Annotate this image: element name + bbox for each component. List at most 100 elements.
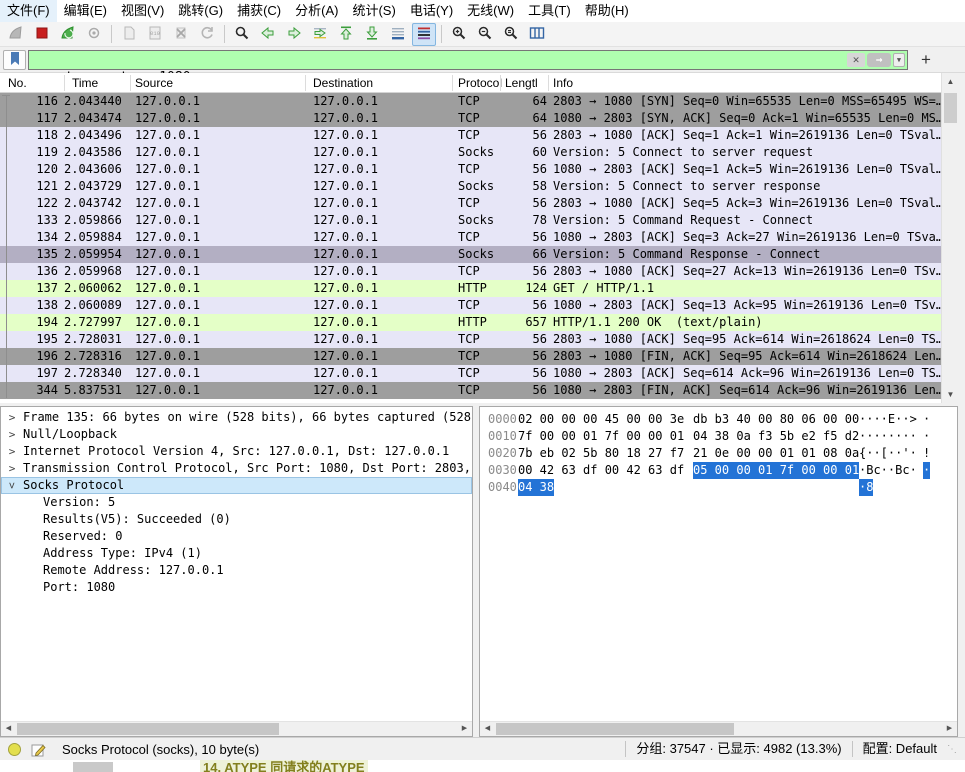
detail-row[interactable]: >Transmission Control Protocol, Src Port… <box>1 460 472 477</box>
expand-arrow-icon[interactable]: > <box>6 426 18 443</box>
column-header-source[interactable]: Source <box>135 73 173 93</box>
menu-view[interactable]: 视图(V) <box>114 0 171 22</box>
expand-arrow-icon[interactable]: > <box>6 443 18 460</box>
zoom-reset-button[interactable] <box>499 23 523 46</box>
capture-comment-icon[interactable] <box>31 742 46 757</box>
column-header-time[interactable]: Time <box>72 73 98 93</box>
close-capture-button[interactable] <box>169 23 193 46</box>
hex-row[interactable]: 000002 00 00 00 45 00 00 3edb b3 40 00 8… <box>480 411 957 428</box>
column-header-info[interactable]: Info <box>553 73 573 93</box>
detail-row[interactable]: >Internet Protocol Version 4, Src: 127.0… <box>1 443 472 460</box>
scrollbar-thumb[interactable] <box>944 93 957 123</box>
hex-row[interactable]: 00107f 00 00 01 7f 00 00 0104 38 0a f3 5… <box>480 428 957 445</box>
hex-row[interactable]: 003000 42 63 df 00 42 63 df05 00 00 01 7… <box>480 462 957 479</box>
start-capture-button[interactable] <box>4 23 28 46</box>
bytes-hscrollbar[interactable]: ◀ ▶ <box>480 721 957 736</box>
scrollbar-thumb[interactable] <box>496 723 734 735</box>
filter-add-button[interactable]: + <box>916 50 936 70</box>
column-header-lengtl[interactable]: Lengtl <box>505 73 538 93</box>
scroll-left-icon[interactable]: ◀ <box>1 722 16 736</box>
menu-statistics[interactable]: 统计(S) <box>345 0 402 22</box>
column-separator[interactable] <box>548 75 549 91</box>
scroll-left-icon[interactable]: ◀ <box>480 722 495 736</box>
collapse-arrow-icon[interactable]: > <box>4 480 21 492</box>
colorize-packets-button[interactable] <box>412 23 436 46</box>
detail-row[interactable]: >Null/Loopback <box>1 426 472 443</box>
column-separator[interactable] <box>64 75 65 91</box>
column-separator[interactable] <box>500 75 501 91</box>
packet-row[interactable]: 1962.728316127.0.0.1127.0.0.1TCP562803 →… <box>0 348 941 365</box>
resize-grip-icon[interactable]: ⋱ <box>947 744 961 755</box>
packet-row[interactable]: 1942.727997127.0.0.1127.0.0.1HTTP657HTTP… <box>0 314 941 331</box>
scroll-down-icon[interactable]: ▼ <box>942 386 959 403</box>
details-hscrollbar[interactable]: ◀ ▶ <box>1 721 472 736</box>
menu-tools[interactable]: 工具(T) <box>521 0 578 22</box>
reload-file-button[interactable] <box>195 23 219 46</box>
detail-row[interactable]: Results(V5): Succeeded (0) <box>1 511 472 528</box>
packet-row[interactable]: 1382.060089127.0.0.1127.0.0.1TCP561080 →… <box>0 297 941 314</box>
menu-wireless[interactable]: 无线(W) <box>460 0 521 22</box>
auto-scroll-button[interactable] <box>386 23 410 46</box>
hex-row[interactable]: 00207b eb 02 5b 80 18 27 f721 0e 00 00 0… <box>480 445 957 462</box>
packet-row[interactable]: 1212.043729127.0.0.1127.0.0.1Socks58Vers… <box>0 178 941 195</box>
column-separator[interactable] <box>130 75 131 91</box>
zoom-out-button[interactable] <box>473 23 497 46</box>
detail-row[interactable]: Port: 1080 <box>1 579 472 596</box>
menu-capture[interactable]: 捕获(C) <box>230 0 288 22</box>
hex-row[interactable]: 004004 38·8 <box>480 479 957 496</box>
detail-row[interactable]: >Socks Protocol <box>1 477 472 494</box>
menu-go[interactable]: 跳转(G) <box>171 0 230 22</box>
packet-row[interactable]: 1352.059954127.0.0.1127.0.0.1Socks66Vers… <box>0 246 941 263</box>
stop-capture-button[interactable] <box>30 23 54 46</box>
filter-dropdown-button[interactable]: ▼ <box>893 53 905 67</box>
packet-row[interactable]: 1192.043586127.0.0.1127.0.0.1Socks60Vers… <box>0 144 941 161</box>
scroll-up-icon[interactable]: ▲ <box>942 73 959 90</box>
menu-telephony[interactable]: 电话(Y) <box>403 0 460 22</box>
filter-clear-button[interactable]: ✕ <box>847 53 865 67</box>
go-to-packet-button[interactable] <box>308 23 332 46</box>
packet-row[interactable]: 1202.043606127.0.0.1127.0.0.1TCP561080 →… <box>0 161 941 178</box>
go-to-bottom-button[interactable] <box>360 23 384 46</box>
restart-capture-button[interactable] <box>56 23 80 46</box>
detail-row[interactable]: Version: 5 <box>1 494 472 511</box>
filter-apply-button[interactable]: → <box>867 53 891 67</box>
scroll-right-icon[interactable]: ▶ <box>457 722 472 736</box>
packet-row[interactable]: 1972.728340127.0.0.1127.0.0.1TCP561080 →… <box>0 365 941 382</box>
column-separator[interactable] <box>452 75 453 91</box>
column-header-destination[interactable]: Destination <box>313 73 373 93</box>
go-back-button[interactable] <box>256 23 280 46</box>
packet-row[interactable]: 1342.059884127.0.0.1127.0.0.1TCP561080 →… <box>0 229 941 246</box>
scroll-right-icon[interactable]: ▶ <box>942 722 957 736</box>
find-packet-button[interactable] <box>230 23 254 46</box>
menu-analyze[interactable]: 分析(A) <box>288 0 345 22</box>
zoom-in-button[interactable] <box>447 23 471 46</box>
resize-columns-button[interactable] <box>525 23 549 46</box>
expand-arrow-icon[interactable]: > <box>6 460 18 477</box>
go-to-top-button[interactable] <box>334 23 358 46</box>
menu-file[interactable]: 文件(F) <box>0 0 57 22</box>
go-forward-button[interactable] <box>282 23 306 46</box>
packet-row[interactable]: 1222.043742127.0.0.1127.0.0.1TCP562803 →… <box>0 195 941 212</box>
packet-row[interactable]: 1372.060062127.0.0.1127.0.0.1HTTP124GET … <box>0 280 941 297</box>
expand-arrow-icon[interactable]: > <box>6 409 18 426</box>
packet-list-vscrollbar[interactable]: ▲ ▼ <box>941 73 958 403</box>
menu-edit[interactable]: 编辑(E) <box>57 0 114 22</box>
capture-options-button[interactable] <box>82 23 106 46</box>
column-header-no[interactable]: No. <box>8 73 27 93</box>
detail-row[interactable]: Reserved: 0 <box>1 528 472 545</box>
display-filter-input[interactable]: tcp.port == 1080 ✕ → ▼ <box>28 50 908 70</box>
packet-row[interactable]: 1362.059968127.0.0.1127.0.0.1TCP562803 →… <box>0 263 941 280</box>
status-profile[interactable]: 配置: Default <box>852 741 947 757</box>
packet-row[interactable]: 1332.059866127.0.0.1127.0.0.1Socks78Vers… <box>0 212 941 229</box>
filter-bookmark-button[interactable] <box>3 50 26 70</box>
save-file-button[interactable]: 010 <box>143 23 167 46</box>
packet-row[interactable]: 1172.043474127.0.0.1127.0.0.1TCP641080 →… <box>0 110 941 127</box>
packet-row[interactable]: 1182.043496127.0.0.1127.0.0.1TCP562803 →… <box>0 127 941 144</box>
column-header-protocol[interactable]: Protocol <box>458 73 502 93</box>
menu-help[interactable]: 帮助(H) <box>578 0 636 22</box>
scrollbar-thumb[interactable] <box>17 723 279 735</box>
open-file-button[interactable] <box>117 23 141 46</box>
detail-row[interactable]: >Frame 135: 66 bytes on wire (528 bits),… <box>1 409 472 426</box>
packet-row[interactable]: 3445.837531127.0.0.1127.0.0.1TCP561080 →… <box>0 382 941 399</box>
packet-row[interactable]: 1162.043440127.0.0.1127.0.0.1TCP642803 →… <box>0 93 941 110</box>
